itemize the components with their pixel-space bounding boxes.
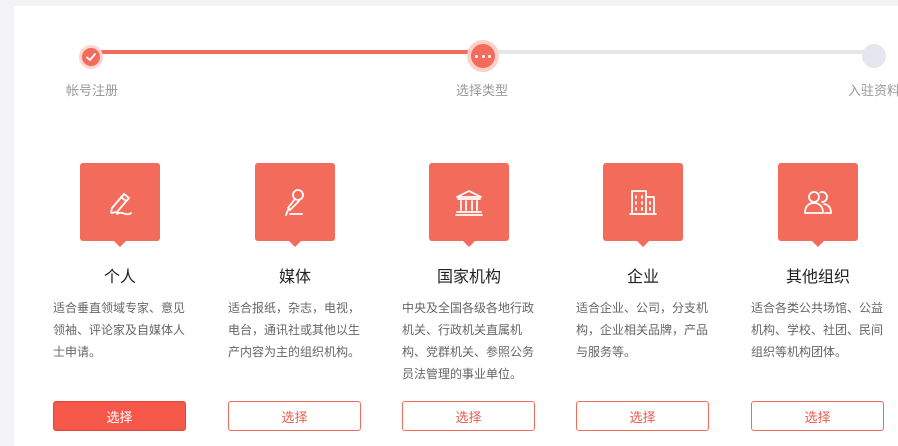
select-button-personal[interactable]: 选择 — [53, 401, 186, 431]
step-label-select-type: 选择类型 — [456, 84, 509, 99]
card-description: 适合各类公共场馆、公益机构、学校、社团、民间组织等机构团体。 — [751, 301, 884, 359]
select-button-enterprise[interactable]: 选择 — [576, 401, 709, 431]
building-icon — [603, 163, 683, 247]
card-description: 中央及全国各级各地行政机关、行政机关直属机构、党群机关、参照公务员法管理的事业单… — [402, 301, 535, 381]
card-description: 适合垂直领域专家、意见领袖、评论家及自媒体人士申请。 — [53, 301, 186, 359]
step-3-dot-icon — [862, 44, 886, 68]
card-title: 个人 — [103, 267, 136, 286]
card-title: 企业 — [626, 267, 659, 286]
select-button-media[interactable]: 选择 — [228, 401, 361, 431]
pen-icon — [80, 163, 160, 247]
card-description: 适合报纸，杂志，电视，电台，通讯社或其他以生产内容为主的组织机构。 — [228, 301, 361, 359]
card-title: 媒体 — [278, 267, 311, 286]
select-button-other-organization[interactable]: 选择 — [751, 401, 884, 431]
progress-track-fill — [90, 50, 482, 54]
step-label-profile: 入驻资料 — [848, 84, 898, 99]
step-1-check-icon — [79, 45, 103, 69]
institution-icon — [429, 163, 509, 247]
microphone-icon — [255, 163, 335, 247]
step-label-register: 帐号注册 — [66, 84, 119, 99]
card-title: 国家机构 — [436, 267, 501, 286]
registration-panel: 帐号注册 选择类型 入驻资料 个人 适合垂直领域专家、意见领袖、评论家及自媒体人… — [14, 6, 898, 446]
card-title: 其他组织 — [785, 267, 850, 286]
people-icon — [778, 163, 858, 247]
card-description: 适合企业、公司，分支机构，企业相关品牌，产品与服务等。 — [576, 301, 709, 359]
step-2-more-icon — [467, 40, 499, 72]
select-button-government[interactable]: 选择 — [402, 401, 535, 431]
